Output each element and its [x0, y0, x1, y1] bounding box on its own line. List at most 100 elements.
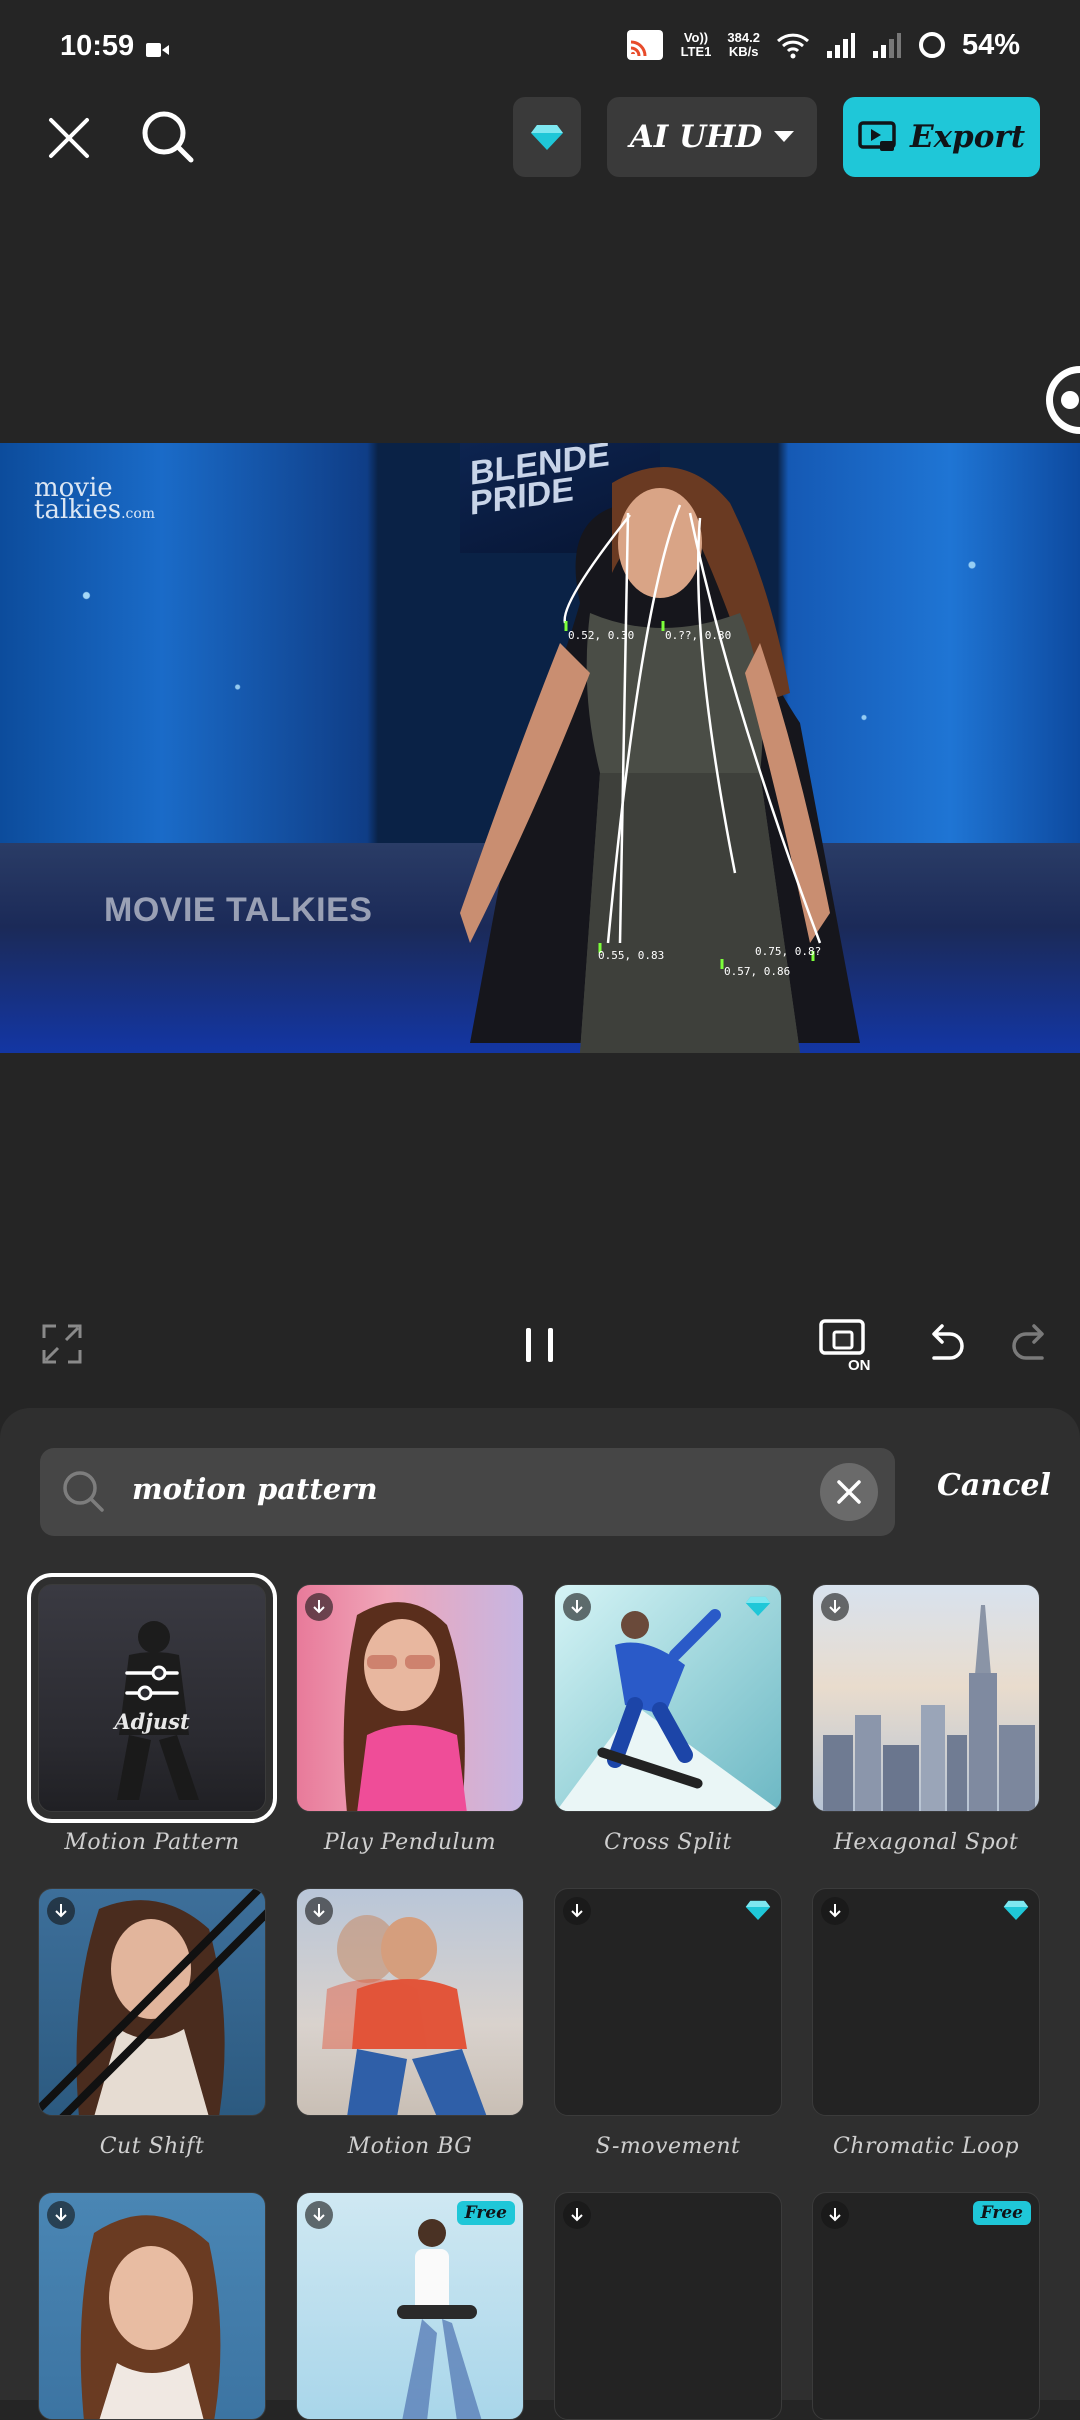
thumbnail-portrait: [80, 2215, 221, 2419]
export-video-icon: [858, 121, 896, 151]
effect-name: Cut Shift: [99, 2134, 205, 2159]
watermark-text: MOVIE TALKIES: [104, 891, 373, 929]
status-bar: 10:59 Vo)) LTE1 384.2 KB/s 54%: [0, 0, 1080, 100]
effect-name: Cross Split: [604, 1830, 732, 1855]
effect-name: Play Pendulum: [323, 1830, 497, 1855]
download-icon: [571, 1600, 583, 1614]
coord-label: 0.55, 0.83: [598, 949, 665, 962]
download-badge: [305, 1897, 333, 1925]
pause-icon[interactable]: [522, 1326, 558, 1364]
effect-tile[interactable]: Adjust Motion Pattern: [27, 1573, 277, 1855]
coord-label: 0.75, 0.8?: [755, 945, 822, 958]
download-badge: [305, 2201, 333, 2229]
close-icon: [837, 1480, 861, 1504]
effect-tile[interactable]: [554, 2192, 782, 2420]
thumbnail-portrait: [343, 1602, 467, 1811]
download-icon: [55, 2208, 67, 2222]
pro-button[interactable]: [513, 97, 581, 177]
download-icon: [313, 1904, 325, 1918]
sliders-icon: [125, 1665, 179, 1700]
effect-search-field[interactable]: motion pattern: [40, 1448, 895, 1536]
effect-thumbnail: Free: [812, 2192, 1040, 2420]
search-icon: [142, 111, 194, 163]
effect-thumbnail: [554, 1584, 782, 1812]
download-badge: [305, 1593, 333, 1621]
effect-thumbnail: [296, 1584, 524, 1812]
diamond-icon: [1003, 1900, 1029, 1920]
undo-icon[interactable]: [924, 1324, 966, 1366]
effect-tile[interactable]: Free: [812, 2192, 1040, 2420]
effect-tile[interactable]: Hexagonal Spot: [812, 1584, 1040, 1855]
effect-thumbnail: [812, 1888, 1040, 2116]
editor-toolbar: AI UHD Export: [0, 95, 1080, 179]
effect-thumbnail: [554, 1888, 782, 2116]
coord-label: 0.57, 0.86: [724, 965, 791, 978]
adjust-label: Adjust: [114, 1708, 190, 1734]
diamond-icon: [745, 1900, 771, 1920]
effect-tile[interactable]: [38, 2192, 266, 2420]
effect-tile[interactable]: S-movement: [554, 1888, 782, 2159]
effect-thumbnail: [296, 1888, 524, 2116]
caret-down-icon: [774, 131, 795, 142]
export-button[interactable]: Export: [843, 97, 1040, 177]
cast-icon: [626, 30, 663, 60]
model-figure: [460, 467, 860, 1053]
effect-tile[interactable]: Free: [296, 2192, 524, 2420]
video-camera-icon: [146, 43, 169, 57]
resolution-dropdown[interactable]: AI UHD: [607, 97, 817, 177]
sticker-icon[interactable]: [1040, 360, 1080, 440]
download-badge: [47, 2201, 75, 2229]
effect-tile[interactable]: Cut Shift: [38, 1888, 266, 2159]
effect-name: Motion BG: [347, 2134, 473, 2159]
fullscreen-icon[interactable]: [42, 1324, 82, 1364]
search-icon: [63, 1471, 104, 1512]
diamond-icon: [745, 1596, 771, 1616]
effects-panel: motion pattern Cancel Adjust Motion Patt…: [0, 1408, 1080, 2420]
search-button[interactable]: [136, 105, 200, 169]
search-input-value[interactable]: motion pattern: [132, 1472, 378, 1506]
battery-percent: 54%: [961, 28, 1020, 61]
thumbnail-city: [823, 1605, 1035, 1811]
effect-thumbnail: Adjust: [27, 1573, 277, 1823]
download-icon: [829, 2208, 841, 2222]
download-icon: [55, 1904, 67, 1918]
signal-icon: [826, 33, 855, 58]
redo-icon[interactable]: [1010, 1324, 1052, 1366]
effect-thumbnail: Free: [296, 2192, 524, 2420]
status-time: 10:59: [60, 30, 135, 62]
effect-name: Hexagonal Spot: [833, 1830, 1019, 1855]
download-icon: [829, 1904, 841, 1918]
download-icon: [571, 1904, 583, 1918]
effect-tile[interactable]: Chromatic Loop: [812, 1888, 1040, 2159]
video-preview[interactable]: BLENDE PRIDE 0.52, 0.30 0.??, 0.30 0.55,…: [0, 443, 1080, 1053]
download-badge: [821, 1897, 849, 1925]
close-button[interactable]: [38, 107, 100, 169]
wifi-icon: [776, 33, 809, 59]
thumbnail-figure: [397, 2219, 482, 2419]
thumbnail-figure: [322, 1915, 487, 2115]
battery-icon: [918, 32, 945, 58]
export-label: Export: [909, 119, 1026, 155]
download-badge: [821, 1593, 849, 1621]
download-badge: [821, 2201, 849, 2229]
coord-label: 0.??, 0.30: [665, 629, 732, 642]
svg-text:ON: ON: [848, 1357, 871, 1372]
signal-weak-icon: [872, 33, 901, 58]
effect-tile[interactable]: Cross Split: [554, 1584, 782, 1855]
watermark-logo: movie talkies.com: [34, 473, 156, 525]
effect-name: S-movement: [595, 2134, 741, 2159]
clear-search-button[interactable]: [820, 1463, 878, 1521]
cancel-button[interactable]: Cancel: [937, 1468, 1051, 1503]
download-icon: [313, 1600, 325, 1614]
effect-thumbnail: [812, 1584, 1040, 1812]
diamond-icon: [531, 125, 563, 150]
auto-reframe-on-icon[interactable]: ON: [818, 1318, 880, 1372]
download-icon: [829, 1600, 841, 1614]
effect-tile[interactable]: Play Pendulum: [296, 1584, 524, 1855]
adjust-overlay[interactable]: Adjust: [39, 1585, 265, 1811]
effect-tile[interactable]: Motion BG: [296, 1888, 524, 2159]
close-icon: [49, 118, 89, 158]
download-icon: [313, 2208, 325, 2222]
network-speed: 384.2 KB/s: [727, 30, 760, 59]
effect-thumbnail: [38, 1888, 266, 2116]
